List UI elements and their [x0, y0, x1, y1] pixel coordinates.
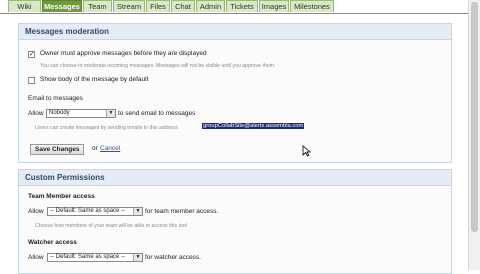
team-access-suffix: for team member access.	[145, 208, 219, 215]
tab-milestones[interactable]: Milestones	[290, 0, 334, 12]
team-allow-label: Allow	[28, 208, 44, 215]
owner-approve-hint: You can choose to moderate incoming mess…	[40, 63, 276, 69]
messages-moderation-panel: Messages moderation ✓ Owner must approve…	[18, 23, 452, 163]
cancel-link[interactable]: Cancel	[100, 145, 120, 152]
team-access-hint: Choose how members of your team will be …	[35, 223, 187, 229]
watcher-allow-label: Allow	[28, 254, 44, 261]
tab-chat[interactable]: Chat	[171, 0, 195, 12]
tab-wiki[interactable]: Wiki	[8, 0, 41, 12]
tab-admin[interactable]: Admin	[196, 0, 225, 12]
save-changes-button[interactable]: Save Changes	[30, 144, 85, 155]
panel-title: Custom Permissions	[19, 170, 451, 186]
tab-files[interactable]: Files	[146, 0, 170, 12]
watcher-access-heading: Watcher access	[28, 239, 77, 246]
chevron-down-icon: ▼	[133, 208, 142, 215]
chevron-down-icon: ▼	[133, 254, 142, 261]
show-body-checkbox[interactable]	[28, 77, 35, 84]
team-access-select[interactable]: -- Default: Same as space -- ▼	[47, 207, 143, 216]
tab-messages[interactable]: Messages	[42, 0, 82, 12]
tab-images[interactable]: Images	[259, 0, 289, 12]
watcher-access-select[interactable]: -- Default: Same as space -- ▼	[47, 253, 143, 262]
show-body-label: Show body of the message by default	[40, 76, 149, 83]
owner-approve-label: Owner must approve messages before they …	[40, 50, 207, 57]
owner-approve-checkbox[interactable]: ✓	[28, 51, 35, 58]
chevron-down-icon: ▼	[106, 110, 115, 117]
vertical-scrollbar[interactable]	[468, 0, 480, 270]
team-access-heading: Team Member access	[28, 193, 95, 200]
tab-tickets[interactable]: Tickets	[226, 0, 258, 12]
tab-team[interactable]: Team	[83, 0, 112, 12]
tab-stream[interactable]: Stream	[113, 0, 145, 12]
email-section-heading: Email to messages	[28, 95, 83, 102]
panel-title: Messages moderation	[19, 24, 451, 40]
email-allow-select[interactable]: Nobody ▼	[46, 109, 116, 118]
custom-permissions-panel: Custom Permissions Team Member access Al…	[18, 169, 452, 274]
watcher-access-suffix: for watcher access.	[145, 254, 201, 261]
or-label: or	[92, 145, 98, 152]
scrollbar-thumb[interactable]	[471, 2, 478, 232]
allow-label: Allow	[28, 110, 44, 117]
mouse-cursor-icon	[302, 145, 311, 157]
email-address[interactable]: groupCollabSite@alerts.assembla.com	[202, 123, 305, 129]
tab-bar: Wiki Messages Team Stream Files Chat Adm…	[0, 0, 468, 14]
email-hint: Users can create messages by sending ema…	[35, 125, 179, 131]
send-email-suffix: to send email to messages	[118, 110, 196, 117]
